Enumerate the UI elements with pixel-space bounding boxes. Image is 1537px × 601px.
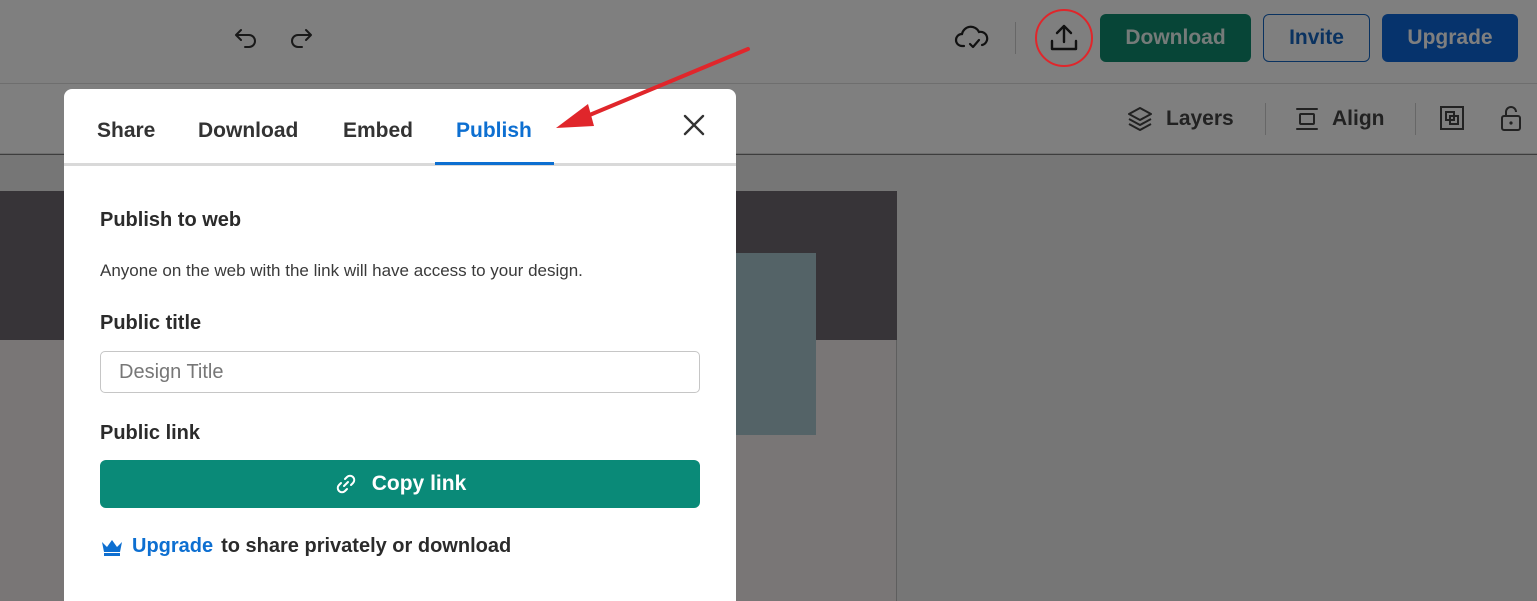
tab-share[interactable]: Share — [97, 119, 155, 143]
link-icon — [336, 474, 355, 494]
publish-heading: Publish to web — [100, 209, 242, 231]
active-tab-indicator — [435, 162, 554, 165]
public-title-label: Public title — [100, 312, 202, 334]
upgrade-notice: Upgrade to share privately or download — [100, 535, 511, 558]
public-title-input[interactable] — [100, 351, 700, 393]
annotation-circle — [1035, 9, 1093, 67]
copy-link-label: Copy link — [371, 472, 467, 495]
tab-download[interactable]: Download — [198, 119, 298, 143]
crown-icon — [102, 539, 122, 556]
close-icon — [683, 114, 705, 136]
upgrade-notice-text: to share privately or download — [221, 535, 512, 557]
share-dialog: Share Download Embed Publish Publish to … — [64, 89, 736, 601]
publish-description: Anyone on the web with the link will hav… — [100, 261, 583, 280]
tab-publish[interactable]: Publish — [456, 119, 532, 143]
upgrade-link[interactable]: Upgrade — [132, 535, 213, 558]
dialog-tabs: Share Download Embed Publish — [64, 89, 736, 166]
copy-link-button[interactable]: Copy link — [100, 460, 700, 508]
close-button[interactable] — [680, 111, 708, 139]
tab-embed[interactable]: Embed — [343, 119, 413, 143]
public-link-label: Public link — [100, 422, 201, 444]
